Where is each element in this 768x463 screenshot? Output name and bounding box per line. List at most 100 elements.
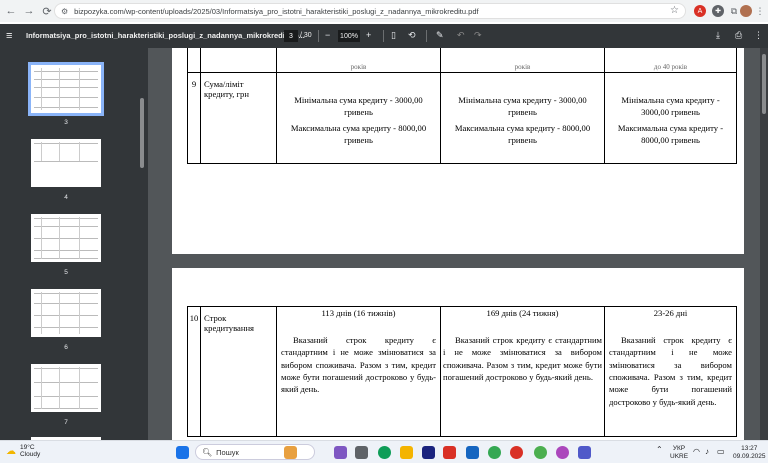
download-icon[interactable]: ⤓ [716, 30, 720, 41]
row-number: 9 [187, 72, 201, 164]
row-number: 10 [187, 306, 201, 437]
thumbnail-page[interactable] [31, 364, 101, 412]
edge-icon[interactable] [378, 446, 391, 459]
browser-toolbar: ← → ⟳ ⚙ bizpozyka.com/wp-content/uploads… [0, 0, 768, 22]
browser-menu-icon[interactable]: ⋮ [754, 5, 766, 17]
thumbnail-label: 6 [64, 344, 68, 351]
extensions-puzzle-icon[interactable]: ⧉ [728, 5, 740, 17]
toolbar-divider [426, 30, 427, 42]
copilot-icon[interactable] [334, 446, 347, 459]
thumbnail-page[interactable] [31, 289, 101, 337]
tray-overflow-icon[interactable]: ⌃ [656, 445, 663, 455]
pdf-viewer: років років до 40 років 9 Сума/ліміт кре… [148, 48, 768, 440]
arrow-left-icon[interactable]: ← [4, 4, 18, 18]
thumbnail-page[interactable] [28, 62, 104, 116]
search-placeholder: Пошук [216, 447, 239, 457]
thumbnail-label: 7 [64, 419, 68, 426]
table-cell: 23-26 дні Вказаний строк кредиту є станд… [604, 306, 737, 437]
redo-icon[interactable]: ↷ [474, 30, 482, 41]
table-cell: 113 днів (16 тижнів) Вказаний строк кред… [276, 306, 441, 437]
windows-taskbar: ☁ 19°C Cloudy 🔍︎ Пошук ⌃ УКР UKRE ◠ ♪ ▭ … [0, 440, 768, 463]
header-fragment: років [440, 48, 605, 73]
site-info-icon[interactable]: ⚙ [61, 7, 68, 16]
thumbnail-label: 4 [64, 194, 68, 201]
thumbnail-page[interactable] [31, 214, 101, 262]
wifi-icon[interactable]: ◠ [693, 447, 700, 457]
windows-start-icon[interactable] [176, 446, 189, 459]
table-cell: Мінімальна сума кредиту - 3000,00 гривен… [276, 72, 441, 164]
pdf-app-icon[interactable] [443, 446, 456, 459]
taskbar-search[interactable]: 🔍︎ Пошук [195, 444, 315, 460]
pdf-page: 10 Строк кредитування 113 днів (16 тижні… [172, 268, 744, 440]
characteristics-table: років років до 40 років 9 Сума/ліміт кре… [187, 48, 737, 164]
term-title: 169 днів (24 тижня) [486, 308, 559, 318]
undo-icon[interactable]: ↶ [457, 30, 465, 41]
max-amount: Максимальна сума кредиту - 8000,00 гриве… [454, 123, 591, 145]
zoom-in-icon[interactable]: + [366, 30, 371, 40]
header-fragment: до 40 років [604, 48, 737, 73]
teams-icon[interactable] [578, 446, 591, 459]
chrome-icon[interactable] [488, 446, 501, 459]
table-cell: Мінімальна сума кредиту - 3000,00 гривен… [604, 72, 737, 164]
language-indicator[interactable]: УКР UKRE [670, 445, 688, 461]
pdf-toolbar: ≡ Informatsiya_pro_istotni_harakteristik… [0, 24, 768, 48]
page-number-input[interactable]: 3 [284, 30, 298, 42]
table-cell: Мінімальна сума кредиту - 3000,00 гривен… [440, 72, 605, 164]
hamburger-menu-icon[interactable]: ≡ [6, 30, 12, 42]
thumbnail-label: 5 [64, 269, 68, 276]
fit-page-icon[interactable]: ▯ [391, 30, 396, 41]
viewer-scrollbar[interactable] [760, 48, 768, 440]
rotate-icon[interactable]: ⟲ [408, 30, 416, 41]
arrow-right-icon[interactable]: → [22, 4, 36, 18]
sidebar-scrollbar[interactable] [140, 98, 144, 168]
pdf-page: років років до 40 років 9 Сума/ліміт кре… [172, 48, 744, 254]
temperature: 19°C [20, 444, 35, 451]
toolbar-divider [318, 30, 319, 42]
clock[interactable]: 13:27 09.09.2025 [733, 445, 766, 461]
extension-green-icon[interactable]: ✚ [712, 5, 724, 17]
weather-widget[interactable]: ☁ 19°C Cloudy [6, 444, 40, 458]
page-total: / 30 [300, 32, 312, 39]
characteristics-table: 10 Строк кредитування 113 днів (16 тижні… [187, 306, 737, 437]
search-icon: 🔍︎ [202, 447, 213, 457]
thumbnail-label: 3 [64, 119, 68, 126]
min-amount: Мінімальна сума кредиту - 3000,00 гривен… [621, 95, 720, 117]
clock-date: 09.09.2025 [733, 452, 766, 460]
opera-icon[interactable] [510, 446, 523, 459]
annotate-icon[interactable]: ✎ [436, 30, 444, 41]
toolbar-divider [383, 30, 384, 42]
print-icon[interactable]: ⎙ [735, 30, 742, 41]
clock-time: 13:27 [741, 445, 758, 452]
zoom-out-icon[interactable]: − [325, 30, 330, 40]
volume-icon[interactable]: ♪ [705, 447, 709, 457]
cloud-sun-icon: ☁ [6, 446, 16, 457]
row-name: Сума/ліміт кредиту, грн [200, 72, 277, 164]
thumbnail-sidebar: 3 4 5 6 7 [0, 48, 148, 440]
max-amount: Максимальна сума кредиту - 8000,00 гриве… [290, 123, 427, 145]
viber-icon[interactable] [556, 446, 569, 459]
battery-icon[interactable]: ▭ [717, 447, 725, 457]
dropbox-icon[interactable] [466, 446, 479, 459]
more-options-icon[interactable]: ⋮ [754, 30, 763, 41]
term-title: 23-26 дні [653, 308, 688, 318]
weather-condition: Cloudy [20, 451, 41, 459]
thumbnail-page[interactable] [31, 139, 101, 187]
table-cell: 169 днів (24 тижня) Вказаний строк креди… [440, 306, 605, 437]
language-secondary: UKRE [670, 452, 689, 460]
zoom-input[interactable]: 100% [338, 30, 360, 42]
address-bar[interactable]: ⚙ bizpozyka.com/wp-content/uploads/2025/… [54, 3, 686, 19]
row-name: Строк кредитування [200, 306, 277, 437]
app-green-icon[interactable] [534, 446, 547, 459]
pdf-title: Informatsiya_pro_istotni_harakteristiki_… [26, 31, 305, 40]
reload-icon[interactable]: ⟳ [40, 4, 54, 18]
app-l-icon[interactable] [422, 446, 435, 459]
term-title: 113 днів (16 тижнів) [321, 308, 396, 318]
file-explorer-icon[interactable] [400, 446, 413, 459]
term-description: Вказаний строк кредиту є стандартним і н… [443, 334, 602, 382]
bookmark-star-icon[interactable]: ☆ [670, 5, 679, 16]
task-view-icon[interactable] [355, 446, 368, 459]
max-amount: Максимальна сума кредиту - 8000,00 гриве… [617, 123, 724, 145]
widget-icon[interactable] [284, 446, 297, 459]
profile-avatar[interactable] [740, 5, 752, 17]
extension-icon[interactable]: A [694, 5, 706, 17]
